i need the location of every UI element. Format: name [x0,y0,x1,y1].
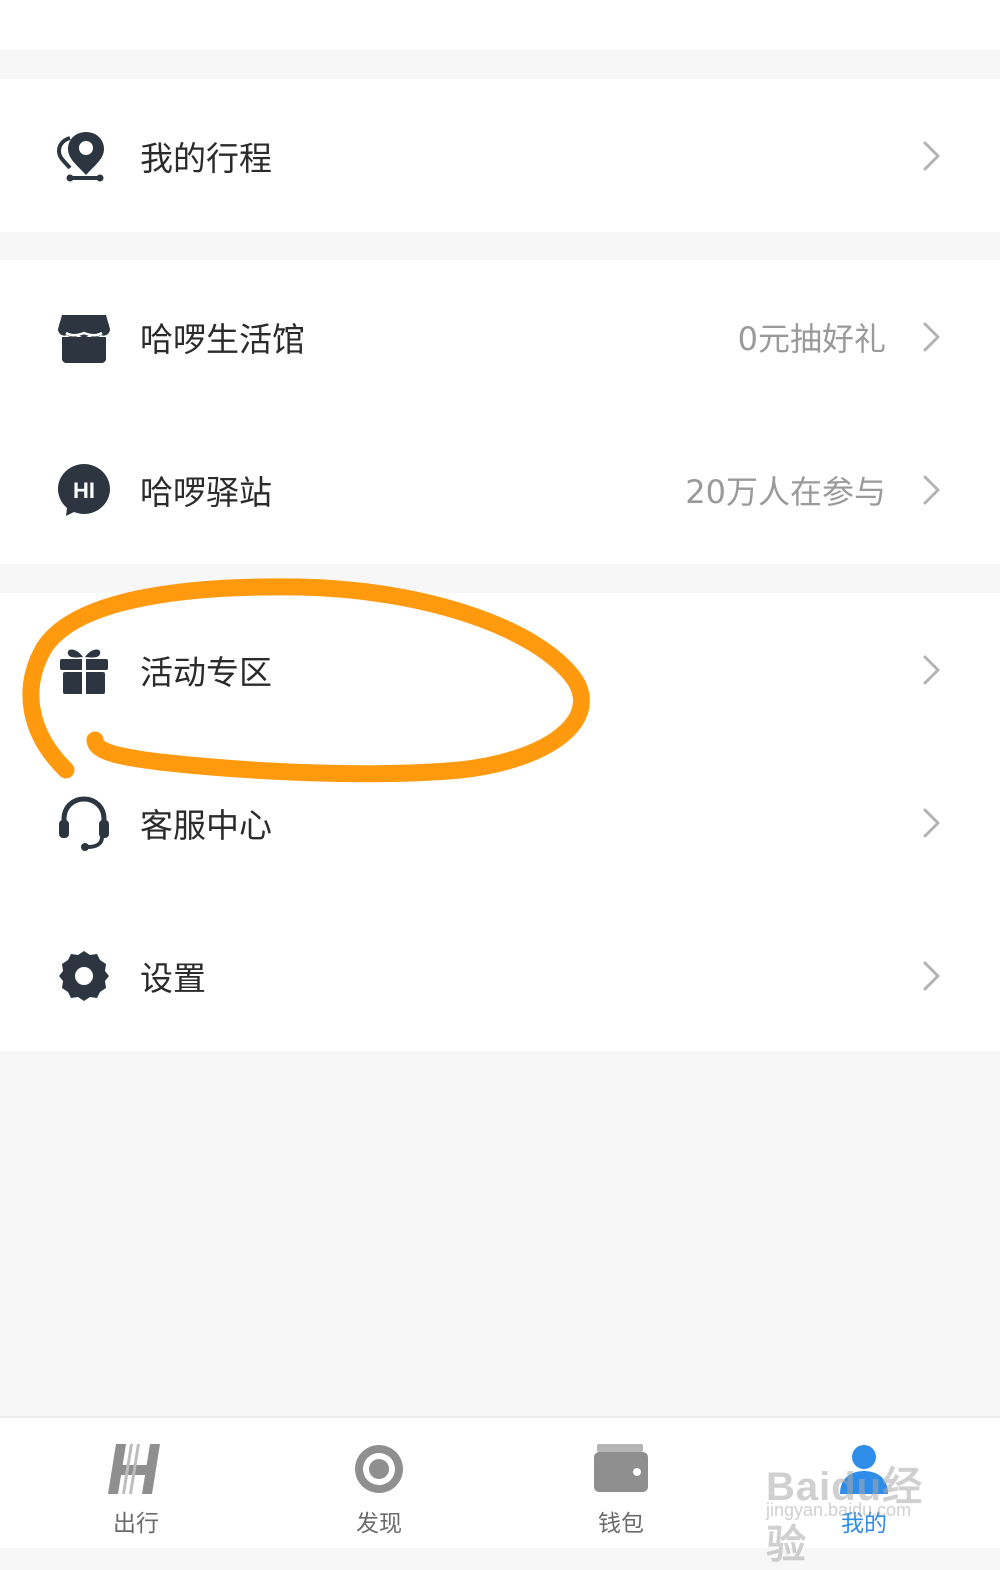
tab-label-profile: 我的 [841,1511,887,1537]
menu-label-trip: 我的行程 [140,138,272,178]
profile-icon [834,1440,894,1498]
map-pin-icon [56,128,112,184]
menu-row-settings[interactable]: 设置 [0,899,1000,1052]
more-group: 活动专区 客服中心 设置 [0,593,1000,1051]
menu-hint-station: 20万人在参与 [685,472,886,511]
hello-logo-icon [106,1440,166,1498]
tab-label-discover: 发现 [356,1511,402,1537]
tab-label-wallet: 钱包 [598,1511,644,1537]
service-group: 哈啰生活馆 0元抽好礼 HI 哈啰驿站 20万人在参与 [0,260,1000,564]
chevron-right-icon [921,474,943,506]
chevron-right-icon [921,807,943,839]
gift-icon [56,642,112,698]
menu-row-life-store[interactable]: 哈啰生活馆 0元抽好礼 [0,260,1000,413]
chevron-right-icon [921,140,943,172]
hi-chat-icon: HI [56,462,112,518]
headset-icon [56,795,112,851]
chevron-right-icon [921,321,943,353]
wallet-icon [591,1440,651,1498]
tab-profile[interactable]: 我的 [764,1418,964,1548]
trip-group: 我的行程 [0,79,1000,232]
menu-row-service[interactable]: 客服中心 [0,746,1000,899]
store-icon [56,309,112,365]
menu-label-settings: 设置 [140,958,206,998]
menu-label-service: 客服中心 [140,805,272,845]
svg-text:HI: HI [73,478,95,503]
bottom-tab-bar: 出行 发现 钱包 我的 [0,1416,1000,1548]
menu-row-station[interactable]: HI 哈啰驿站 20万人在参与 [0,413,1000,566]
chevron-right-icon [921,654,943,686]
menu-label-events: 活动专区 [140,652,272,692]
tab-travel[interactable]: 出行 [36,1418,236,1548]
discover-icon [349,1440,409,1498]
top-section [0,0,1000,50]
menu-row-events[interactable]: 活动专区 [0,593,1000,746]
menu-label-station: 哈啰驿站 [140,472,272,512]
tab-label-travel: 出行 [113,1511,159,1537]
menu-hint-life-store: 0元抽好礼 [737,319,886,358]
tab-wallet[interactable]: 钱包 [521,1418,721,1548]
gear-icon [56,948,112,1004]
menu-label-life-store: 哈啰生活馆 [140,319,305,359]
chevron-right-icon [921,960,943,992]
menu-row-trip[interactable]: 我的行程 [0,79,1000,232]
tab-discover[interactable]: 发现 [279,1418,479,1548]
